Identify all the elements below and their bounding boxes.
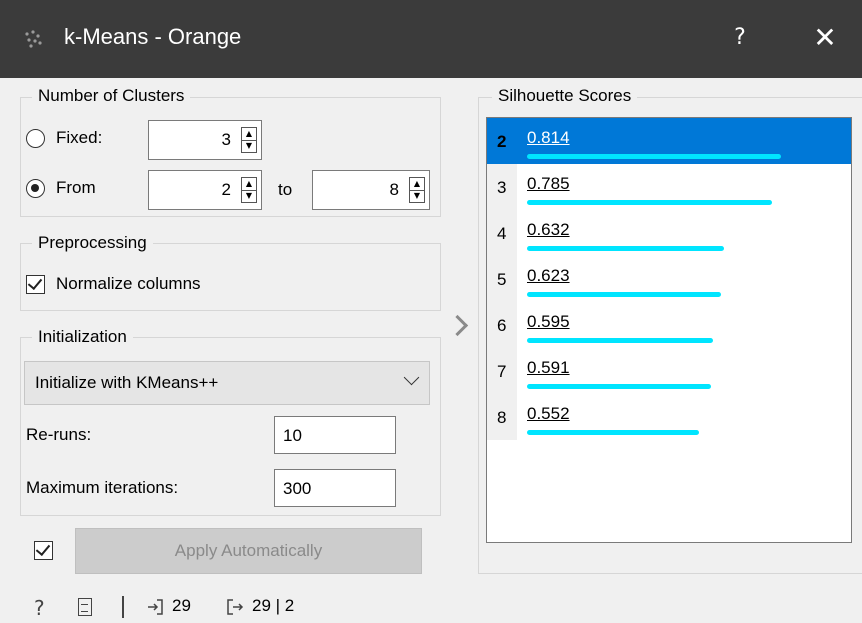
cluster-count: 3 (497, 178, 507, 197)
fixed-label: Fixed: (56, 128, 103, 147)
silhouette-score: 0.623 (527, 266, 570, 285)
fixed-radio[interactable] (26, 129, 45, 148)
spin-down-icon[interactable]: ▼ (410, 190, 424, 202)
from-spin-arrows[interactable]: ▲ ▼ (241, 177, 257, 203)
fixed-spin-arrows[interactable]: ▲ ▼ (241, 127, 257, 153)
radio-selected-dot (31, 184, 39, 192)
to-label: to (278, 180, 293, 199)
checkmark-icon (35, 540, 51, 557)
close-button[interactable]: ✕ (800, 18, 850, 58)
output-data-icon (227, 599, 244, 615)
score-bar (527, 430, 699, 435)
maxiter-input[interactable]: 300 (274, 469, 396, 507)
silhouette-row[interactable]: 3 0.785 (487, 164, 851, 210)
silhouette-row[interactable]: 7 0.591 (487, 348, 851, 394)
score-bar (527, 384, 711, 389)
silhouette-score: 0.814 (527, 128, 570, 147)
from-radio[interactable] (26, 179, 45, 198)
apply-button[interactable]: Apply Automatically (75, 528, 422, 574)
input-data-icon (148, 599, 163, 615)
title-bar: k-Means - Orange ? ✕ (0, 0, 862, 78)
from-clusters-value: 2 (221, 180, 231, 199)
collapse-arrow-icon[interactable] (446, 314, 469, 337)
cluster-count: 8 (497, 408, 507, 427)
silhouette-scores-list[interactable]: 2 0.814 3 0.785 4 0.632 5 0.623 6 0.595 7 0.591 8 0.5… (486, 117, 852, 543)
silhouette-score: 0.591 (527, 358, 570, 377)
reruns-label: Re-runs: (26, 425, 92, 444)
status-separator (122, 596, 124, 618)
silhouette-row[interactable]: 5 0.623 (487, 256, 851, 302)
normalize-checkbox[interactable] (26, 274, 45, 294)
reruns-value: 10 (283, 426, 302, 445)
cluster-count: 2 (497, 132, 507, 151)
initialization-group-title: Initialization (32, 327, 133, 347)
score-bar (527, 292, 721, 297)
score-bar (527, 338, 713, 343)
from-label: From (56, 178, 96, 197)
fixed-clusters-spinbox[interactable]: 3 ▲ ▼ (148, 120, 262, 160)
input-count: 29 (172, 596, 191, 615)
report-icon[interactable] (78, 598, 92, 616)
normalize-label[interactable]: Normalize columns (56, 274, 201, 294)
silhouette-group-title: Silhouette Scores (492, 86, 638, 106)
score-bar (527, 200, 772, 205)
cluster-count: 7 (497, 362, 507, 381)
maxiter-label: Maximum iterations: (26, 478, 179, 497)
silhouette-score: 0.785 (527, 174, 570, 193)
to-clusters-value: 8 (389, 180, 399, 199)
score-bar (527, 246, 724, 251)
initialization-method-value: Initialize with KMeans++ (35, 373, 219, 392)
silhouette-score: 0.595 (527, 312, 570, 331)
spin-down-icon[interactable]: ▼ (242, 190, 256, 202)
silhouette-row[interactable]: 8 0.552 (487, 394, 851, 440)
score-bar (527, 154, 781, 159)
help-icon[interactable]: ? (34, 596, 45, 620)
to-clusters-spinbox[interactable]: 8 ▲ ▼ (312, 170, 430, 210)
auto-apply-checkbox[interactable] (34, 540, 53, 560)
fixed-clusters-value: 3 (221, 130, 231, 149)
output-count: 29 | 2 (252, 596, 295, 615)
window-title: k-Means - Orange (64, 24, 242, 49)
cluster-count: 6 (497, 316, 507, 335)
clusters-group-title: Number of Clusters (32, 86, 191, 106)
reruns-input[interactable]: 10 (274, 416, 396, 454)
cluster-count: 4 (497, 224, 507, 243)
initialization-method-select[interactable]: Initialize with KMeans++ (24, 361, 430, 405)
silhouette-score: 0.552 (527, 404, 570, 423)
silhouette-row[interactable]: 2 0.814 (487, 118, 851, 164)
status-bar: ? 29 29 | 2 (0, 590, 862, 623)
from-clusters-spinbox[interactable]: 2 ▲ ▼ (148, 170, 262, 210)
help-button[interactable]: ? (720, 18, 760, 58)
preprocessing-group-title: Preprocessing (32, 233, 153, 253)
silhouette-score: 0.632 (527, 220, 570, 239)
silhouette-row[interactable]: 4 0.632 (487, 210, 851, 256)
spin-down-icon[interactable]: ▼ (242, 140, 256, 152)
maxiter-value: 300 (283, 479, 312, 498)
chevron-down-icon (403, 369, 420, 386)
silhouette-row[interactable]: 6 0.595 (487, 302, 851, 348)
orange-app-icon (25, 30, 42, 48)
checkmark-icon (27, 274, 43, 291)
to-spin-arrows[interactable]: ▲ ▼ (409, 177, 425, 203)
cluster-count: 5 (497, 270, 507, 289)
